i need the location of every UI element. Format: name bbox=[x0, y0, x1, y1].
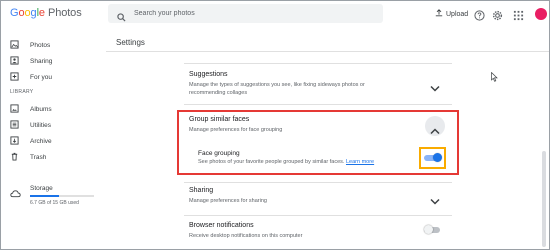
storage-usage-text: 6.7 GB of 15 GB used bbox=[30, 200, 79, 206]
section-divider bbox=[184, 63, 452, 64]
for-you-icon bbox=[10, 72, 20, 82]
storage-usage-bar bbox=[30, 195, 94, 197]
section-divider bbox=[184, 215, 452, 216]
sidebar-item-label: Trash bbox=[30, 153, 47, 161]
sidebar-item-for-you[interactable]: For you bbox=[10, 72, 52, 82]
gear-icon[interactable] bbox=[492, 8, 503, 26]
sidebar-item-label: For you bbox=[30, 73, 53, 81]
chevron-up-icon bbox=[430, 122, 440, 140]
sidebar-item-albums[interactable]: Albums bbox=[10, 104, 52, 114]
group-faces-title[interactable]: Group similar faces bbox=[189, 116, 249, 123]
browser-notifications-description: Receive desktop notifications on this co… bbox=[189, 233, 303, 239]
toggle-knob bbox=[433, 153, 442, 162]
library-heading: LIBRARY bbox=[10, 89, 34, 95]
sidebar-item-label: Sharing bbox=[30, 57, 53, 65]
sidebar: Photos Sharing For you LIBRARY Albums Ut… bbox=[1, 27, 106, 249]
sidebar-item-utilities[interactable]: Utilities bbox=[10, 120, 51, 130]
group-faces-description: Manage preferences for face grouping bbox=[189, 127, 283, 133]
learn-more-link[interactable]: Learn more bbox=[346, 159, 374, 165]
header-divider bbox=[106, 51, 549, 52]
browser-notifications-title: Browser notifications bbox=[189, 222, 254, 229]
sidebar-item-photos[interactable]: Photos bbox=[10, 40, 50, 50]
suggestions-description-line2: recommending collages bbox=[189, 90, 248, 96]
sidebar-item-label: Utilities bbox=[30, 121, 51, 129]
photo-icon bbox=[10, 40, 20, 50]
trash-icon bbox=[10, 152, 20, 162]
avatar[interactable] bbox=[535, 8, 547, 20]
app-window: GooglePhotos Upload bbox=[0, 0, 550, 250]
page-title: Settings bbox=[116, 38, 145, 47]
sidebar-item-sharing[interactable]: Sharing bbox=[10, 56, 52, 66]
sharing-description: Manage preferences for sharing bbox=[189, 198, 267, 204]
search-input[interactable] bbox=[134, 6, 364, 21]
mouse-cursor-icon bbox=[491, 69, 498, 87]
logo-google-text: Google bbox=[10, 7, 45, 19]
collapse-button[interactable] bbox=[425, 116, 445, 136]
sharing-icon bbox=[10, 56, 20, 66]
suggestions-description-line1: Manage the types of suggestions you see,… bbox=[189, 82, 365, 88]
storage-usage-fill bbox=[30, 195, 59, 197]
search-icon[interactable] bbox=[117, 9, 126, 27]
sidebar-item-label: Archive bbox=[30, 137, 52, 145]
google-photos-logo[interactable]: Google Photos bbox=[10, 7, 82, 19]
chevron-down-icon[interactable] bbox=[430, 192, 440, 210]
help-icon[interactable] bbox=[474, 8, 485, 26]
apps-grid-icon[interactable] bbox=[513, 8, 524, 26]
upload-button[interactable]: Upload bbox=[435, 9, 468, 19]
sidebar-item-label: Photos bbox=[30, 41, 51, 49]
section-divider bbox=[184, 104, 452, 105]
upload-label: Upload bbox=[446, 10, 469, 18]
sharing-title[interactable]: Sharing bbox=[189, 187, 213, 194]
storage-label[interactable]: Storage bbox=[30, 185, 53, 192]
chevron-down-icon[interactable] bbox=[430, 79, 440, 97]
face-grouping-description: See photos of your favorite people group… bbox=[198, 159, 374, 165]
browser-notifications-toggle[interactable] bbox=[424, 225, 442, 234]
suggestions-title[interactable]: Suggestions bbox=[189, 71, 228, 78]
upload-icon bbox=[435, 9, 443, 19]
face-grouping-toggle[interactable] bbox=[424, 153, 442, 162]
archive-icon bbox=[10, 136, 20, 146]
scrollbar[interactable] bbox=[542, 151, 546, 247]
utilities-icon bbox=[10, 120, 20, 130]
logo-photos-text: Photos bbox=[47, 7, 82, 19]
section-divider bbox=[184, 182, 452, 183]
toggle-knob bbox=[424, 225, 433, 234]
sidebar-item-archive[interactable]: Archive bbox=[10, 136, 52, 146]
sidebar-item-trash[interactable]: Trash bbox=[10, 152, 46, 162]
albums-icon bbox=[10, 104, 20, 114]
sidebar-item-label: Albums bbox=[30, 105, 52, 113]
top-bar: GooglePhotos Upload bbox=[1, 1, 549, 27]
face-grouping-title: Face grouping bbox=[198, 150, 240, 157]
face-grouping-description-text: See photos of your favorite people group… bbox=[198, 159, 345, 165]
search-bar[interactable] bbox=[108, 4, 383, 23]
cloud-icon bbox=[10, 185, 21, 203]
